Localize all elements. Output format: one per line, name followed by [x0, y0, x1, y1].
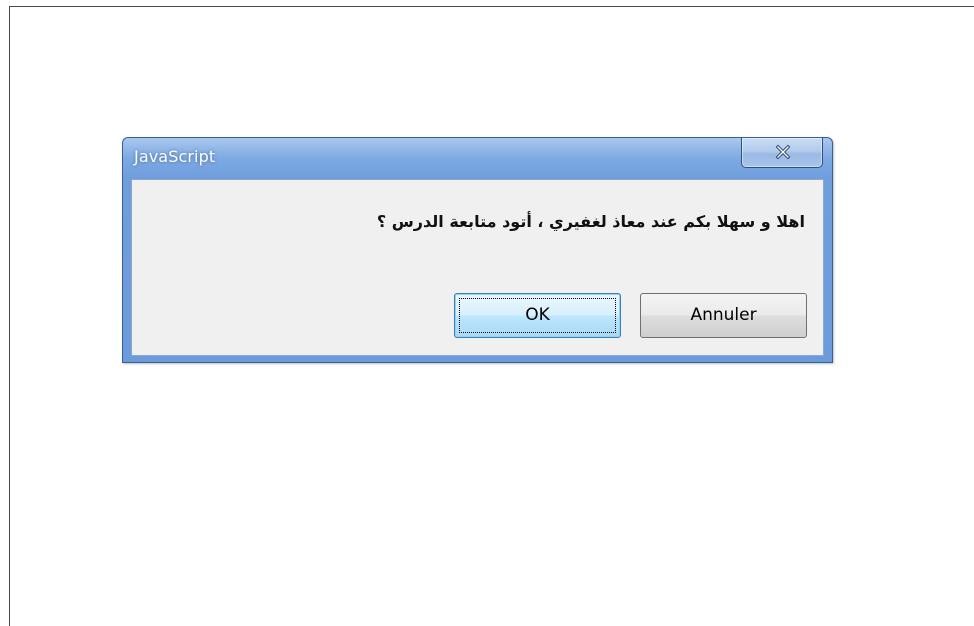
cancel-button-label: Annuler: [690, 305, 757, 325]
dialog-titlebar[interactable]: JavaScript: [123, 138, 832, 179]
cancel-button[interactable]: Annuler: [640, 293, 807, 338]
dialog-message: اهلا و سهلا بكم عند معاذ لغفيري ، أتود م…: [376, 212, 805, 231]
ok-button-label: OK: [525, 305, 550, 325]
javascript-confirm-dialog: JavaScript اهلا و سهلا بكم عند معاذ لغفي…: [122, 137, 833, 363]
close-button[interactable]: [741, 138, 823, 168]
ok-button[interactable]: OK: [454, 293, 621, 338]
close-icon: [775, 144, 791, 160]
dialog-body: اهلا و سهلا بكم عند معاذ لغفيري ، أتود م…: [131, 179, 824, 356]
dialog-title: JavaScript: [134, 147, 216, 166]
browser-page: JavaScript اهلا و سهلا بكم عند معاذ لغفي…: [0, 0, 974, 626]
